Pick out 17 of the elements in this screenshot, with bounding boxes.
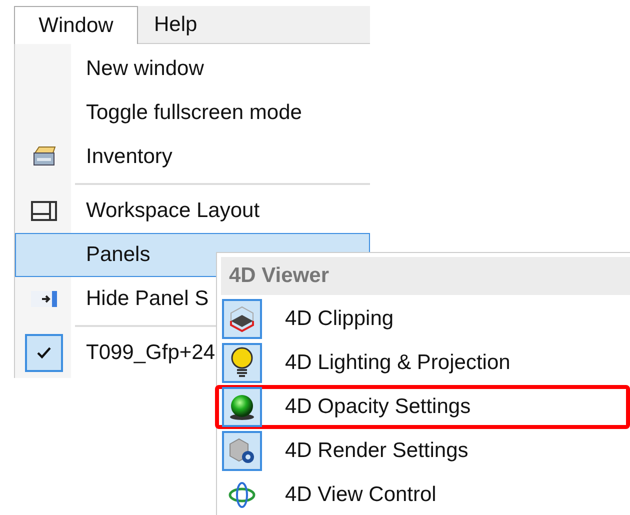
menu-bar-item[interactable]: Help bbox=[138, 6, 214, 44]
cube-icon bbox=[227, 304, 257, 334]
menu-item[interactable]: Toggle fullscreen mode bbox=[15, 91, 370, 135]
submenu-item[interactable]: 4D Opacity Settings bbox=[215, 385, 630, 429]
menu-bar-item[interactable]: Window bbox=[14, 6, 138, 44]
menu-item[interactable]: Inventory bbox=[15, 135, 370, 179]
orbit-icon bbox=[227, 480, 257, 510]
layout-icon bbox=[30, 200, 58, 222]
menu-item[interactable]: New window bbox=[15, 47, 370, 91]
submenu-header: 4D Viewer bbox=[221, 257, 630, 295]
submenu-item[interactable]: 4D Clipping bbox=[215, 297, 630, 341]
submenu-item[interactable]: 4D View Control bbox=[215, 473, 630, 515]
submenu-item[interactable]: 4D Render Settings bbox=[215, 429, 630, 473]
menu-item[interactable]: Workspace Layout bbox=[15, 189, 370, 233]
sphere-icon bbox=[227, 392, 257, 422]
cube-gear-icon bbox=[227, 436, 257, 466]
submenu-item[interactable]: 4D Lighting & Projection bbox=[215, 341, 630, 385]
